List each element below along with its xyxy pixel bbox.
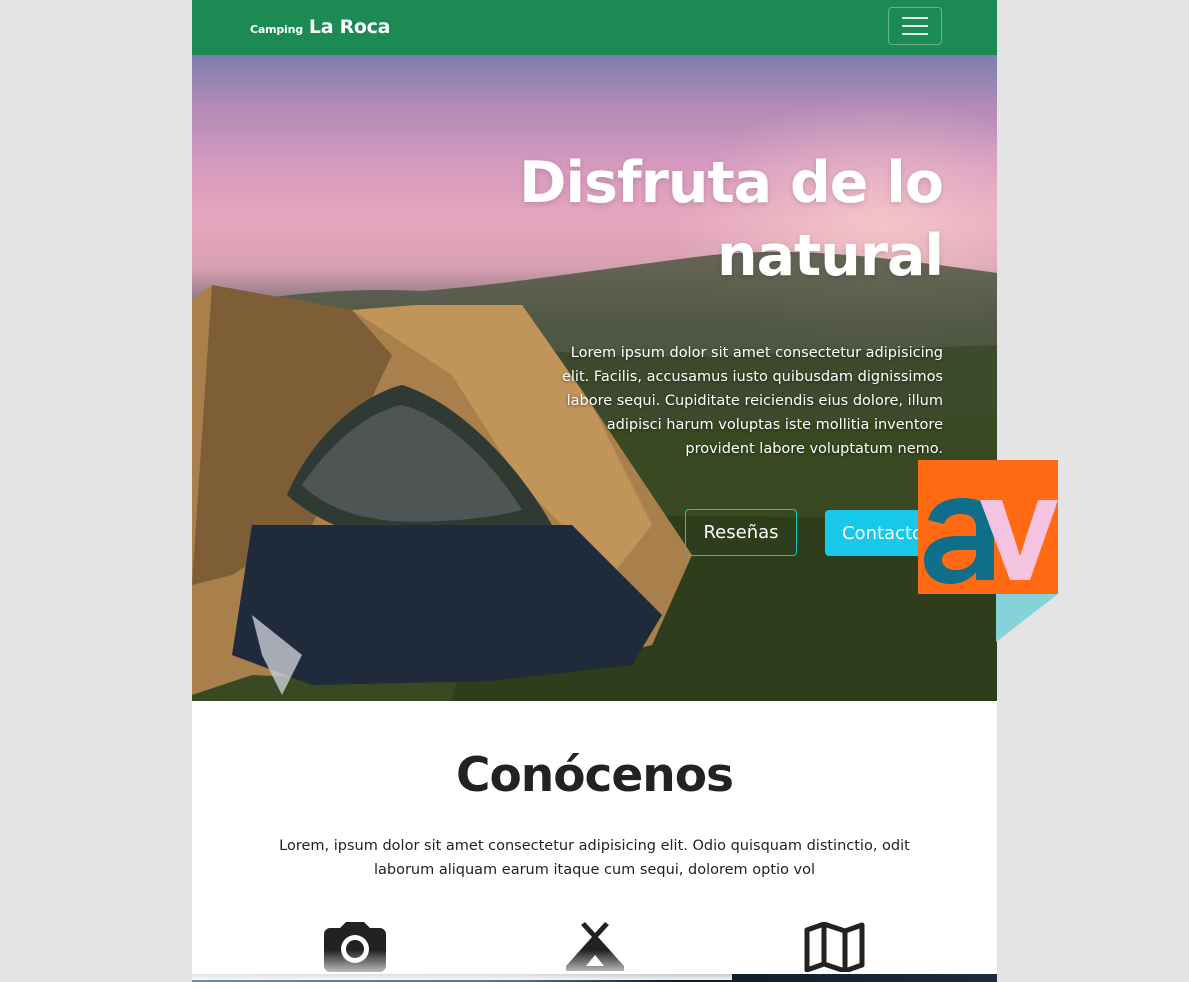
- reviews-button[interactable]: Reseñas: [685, 509, 797, 556]
- hero-title: Disfruta de lo natural: [463, 147, 944, 293]
- page: Camping La Roca Disfruta de lo natural L…: [192, 0, 997, 982]
- bottom-fade-overlay: [192, 950, 732, 980]
- hero-title-line-1: Disfruta de lo: [519, 150, 944, 216]
- about-title: Conócenos: [456, 748, 734, 803]
- brand-big-text: La Roca: [308, 16, 391, 38]
- badge-teal-corner: [996, 594, 1058, 642]
- hero-section: Disfruta de lo natural Lorem ipsum dolor…: [192, 55, 997, 701]
- navbar: Camping La Roca: [192, 0, 997, 55]
- hamburger-line: [902, 33, 928, 35]
- menu-toggle-button[interactable]: [888, 7, 942, 45]
- hero-description: Lorem ipsum dolor sit amet consectetur a…: [561, 345, 943, 457]
- hamburger-line: [902, 17, 928, 19]
- hamburger-line: [902, 25, 928, 27]
- av-logo-badge[interactable]: [918, 460, 1058, 642]
- map-icon: [804, 922, 865, 972]
- brand-small-text: Camping: [250, 23, 303, 36]
- hero-title-line-2: natural: [717, 223, 944, 289]
- about-description: Lorem, ipsum dolor sit amet consectetur …: [279, 838, 910, 878]
- brand-logo[interactable]: Camping La Roca: [250, 16, 390, 38]
